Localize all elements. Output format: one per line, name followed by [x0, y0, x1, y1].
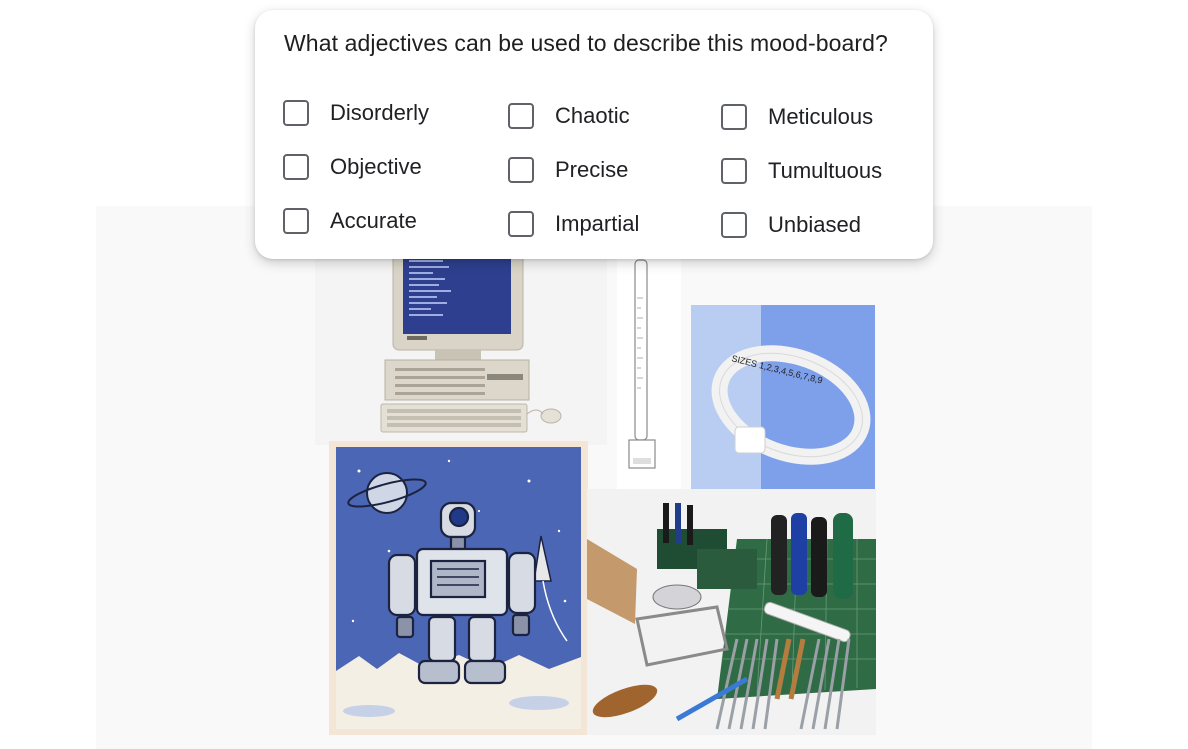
jewelry-tools-image [587, 489, 876, 735]
option-label: Precise [555, 157, 629, 182]
option-label: Disorderly [330, 100, 430, 125]
checkbox[interactable] [508, 211, 534, 237]
survey-screen: SIZES 1,2,3,4,5,6,7,8,9 What adjectives … [0, 0, 1188, 749]
option-meticulous[interactable]: Meticulous [721, 101, 873, 133]
option-label: Objective [330, 154, 422, 179]
retro-robot-poster-image [329, 441, 588, 735]
question-card: What adjectives can be used to describe … [255, 10, 933, 259]
checkbox[interactable] [508, 157, 534, 183]
option-tumultuous[interactable]: Tumultuous [721, 155, 882, 187]
checkbox[interactable] [283, 208, 309, 234]
option-label: Accurate [330, 208, 417, 233]
ring-sizer-image: SIZES 1,2,3,4,5,6,7,8,9 [691, 305, 875, 490]
option-impartial[interactable]: Impartial [508, 208, 639, 240]
checkbox[interactable] [721, 104, 747, 130]
checkbox[interactable] [508, 103, 534, 129]
option-label: Impartial [555, 211, 640, 236]
checkbox[interactable] [721, 212, 747, 238]
option-label: Unbiased [768, 212, 861, 237]
thermometer-ruler-image [617, 258, 681, 490]
option-label: Meticulous [768, 104, 874, 129]
checkbox[interactable] [283, 154, 309, 180]
option-label: Tumultuous [768, 158, 883, 183]
option-accurate[interactable]: Accurate [283, 205, 417, 237]
option-unbiased[interactable]: Unbiased [721, 209, 861, 241]
option-objective[interactable]: Objective [283, 151, 422, 183]
question-text: What adjectives can be used to describe … [284, 30, 888, 56]
vintage-computer-image [315, 238, 607, 445]
checkbox[interactable] [721, 158, 747, 184]
option-label: Chaotic [555, 103, 630, 128]
option-chaotic[interactable]: Chaotic [508, 100, 630, 132]
checkbox[interactable] [283, 100, 309, 126]
option-precise[interactable]: Precise [508, 154, 628, 186]
option-disorderly[interactable]: Disorderly [283, 97, 429, 129]
